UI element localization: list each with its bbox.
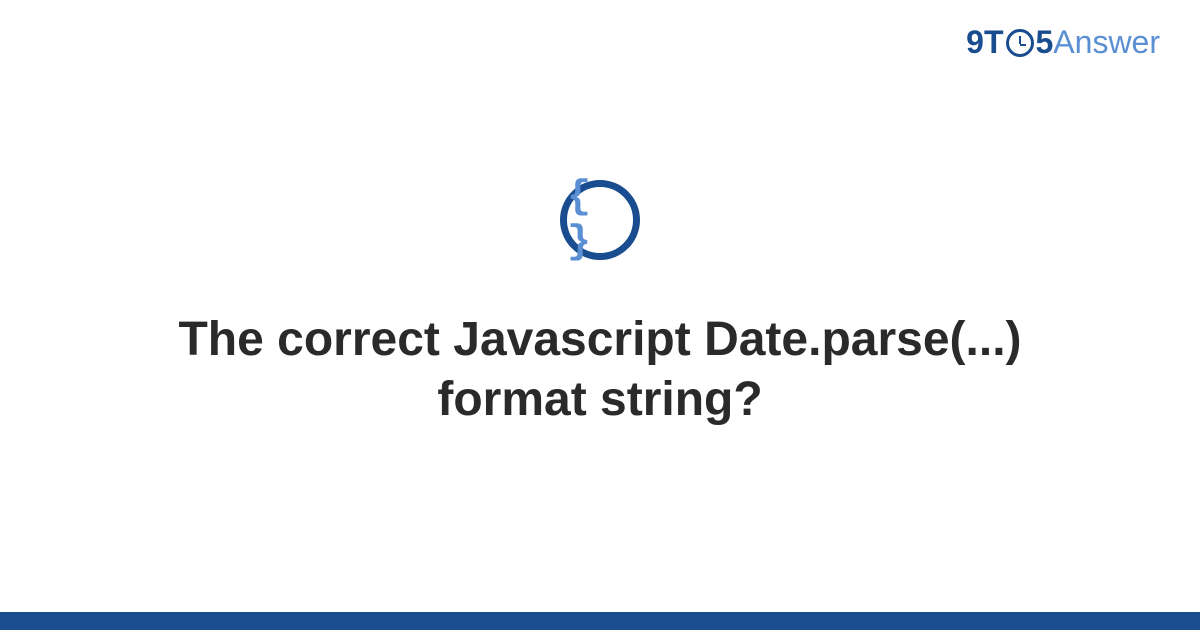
braces-glyph: { } [567, 175, 633, 265]
footer-bar [0, 612, 1200, 630]
code-braces-icon: { } [560, 180, 640, 260]
question-title: The correct Javascript Date.parse(...) f… [150, 310, 1050, 430]
main-content: { } The correct Javascript Date.parse(..… [0, 0, 1200, 630]
